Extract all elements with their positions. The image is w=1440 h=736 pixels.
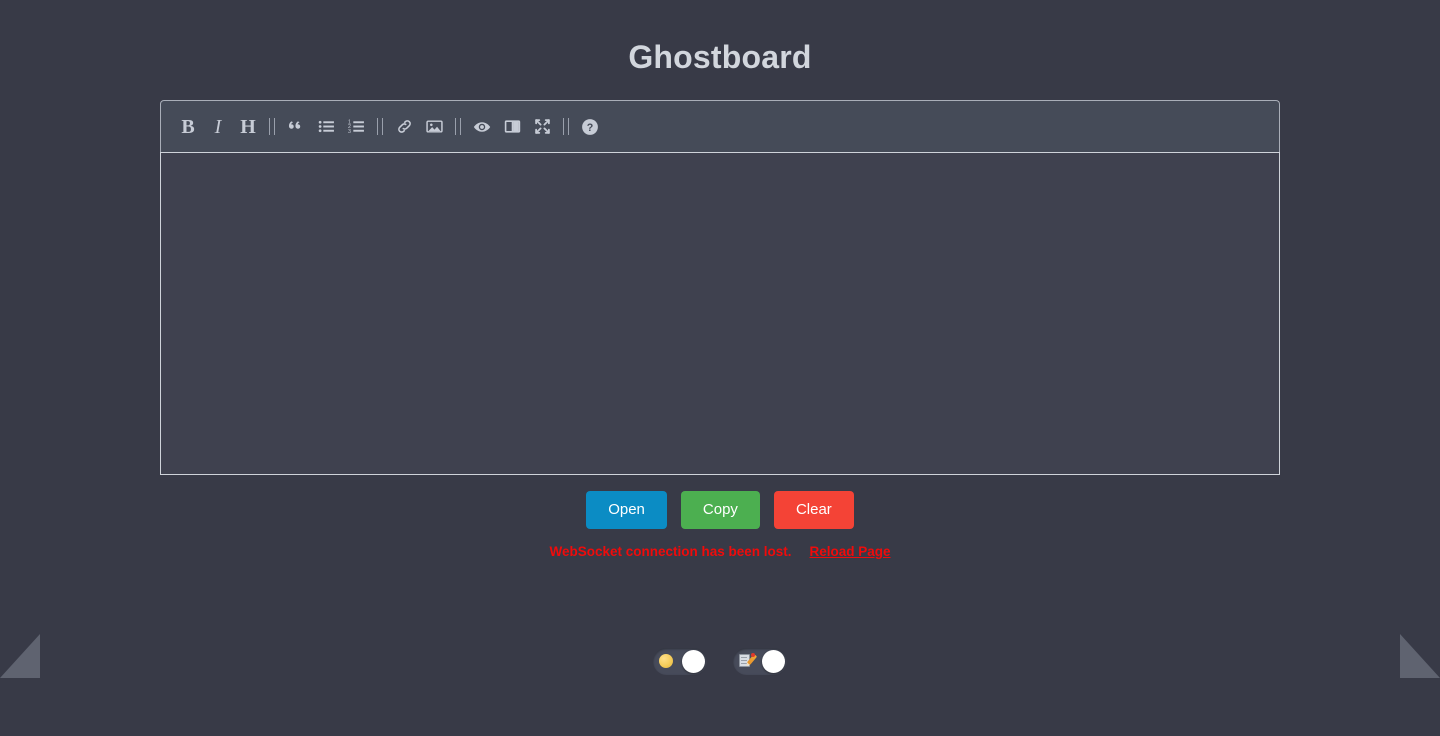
copy-button[interactable]: Copy — [680, 491, 760, 530]
bold-icon[interactable]: B — [173, 112, 203, 142]
unordered-list-icon[interactable] — [311, 112, 341, 142]
clear-button[interactable]: Clear — [773, 491, 854, 530]
ordered-list-icon[interactable]: 1 2 3 — [341, 112, 371, 142]
heading-icon[interactable]: H — [233, 112, 263, 142]
toolbar-separator-1 — [263, 118, 281, 136]
toolbar-separator-3 — [449, 118, 467, 136]
fullscreen-icon[interactable] — [527, 112, 557, 142]
italic-glyph: I — [214, 115, 222, 138]
connection-status: WebSocket connection has been lost. Reloa… — [0, 544, 1440, 559]
help-icon[interactable]: ? — [575, 112, 605, 142]
preview-eye-icon[interactable] — [467, 112, 497, 142]
link-icon[interactable] — [389, 112, 419, 142]
bold-glyph: B — [181, 115, 195, 138]
connection-status-message: WebSocket connection has been lost. — [549, 544, 792, 560]
quote-icon[interactable] — [281, 112, 311, 142]
editor-toggle-knob[interactable] — [762, 650, 785, 673]
toolbar-separator-2 — [371, 118, 389, 136]
editor-toggle[interactable] — [733, 648, 787, 675]
toggle-row — [0, 648, 1440, 675]
markdown-editor: B I H 1 2 3 ? — [160, 100, 1280, 476]
toolbar-separator-4 — [557, 118, 575, 136]
italic-icon[interactable]: I — [203, 112, 233, 142]
theme-toggle-knob[interactable] — [682, 650, 705, 673]
theme-toggle[interactable] — [653, 648, 707, 675]
svg-text:?: ? — [587, 122, 594, 134]
memo-emoji — [739, 652, 758, 670]
image-icon[interactable] — [419, 112, 449, 142]
page-title: Ghostboard — [628, 39, 812, 75]
side-by-side-icon[interactable] — [497, 112, 527, 142]
action-button-group: Open Copy Clear — [0, 491, 1440, 530]
heading-glyph: H — [240, 115, 256, 138]
open-button[interactable]: Open — [586, 491, 667, 530]
editor-textarea[interactable] — [160, 152, 1280, 476]
editor-toolbar: B I H 1 2 3 ? — [160, 100, 1280, 153]
svg-text:3: 3 — [348, 129, 351, 135]
reload-page-link[interactable]: Reload Page — [810, 544, 891, 559]
full-moon-emoji — [659, 653, 673, 670]
